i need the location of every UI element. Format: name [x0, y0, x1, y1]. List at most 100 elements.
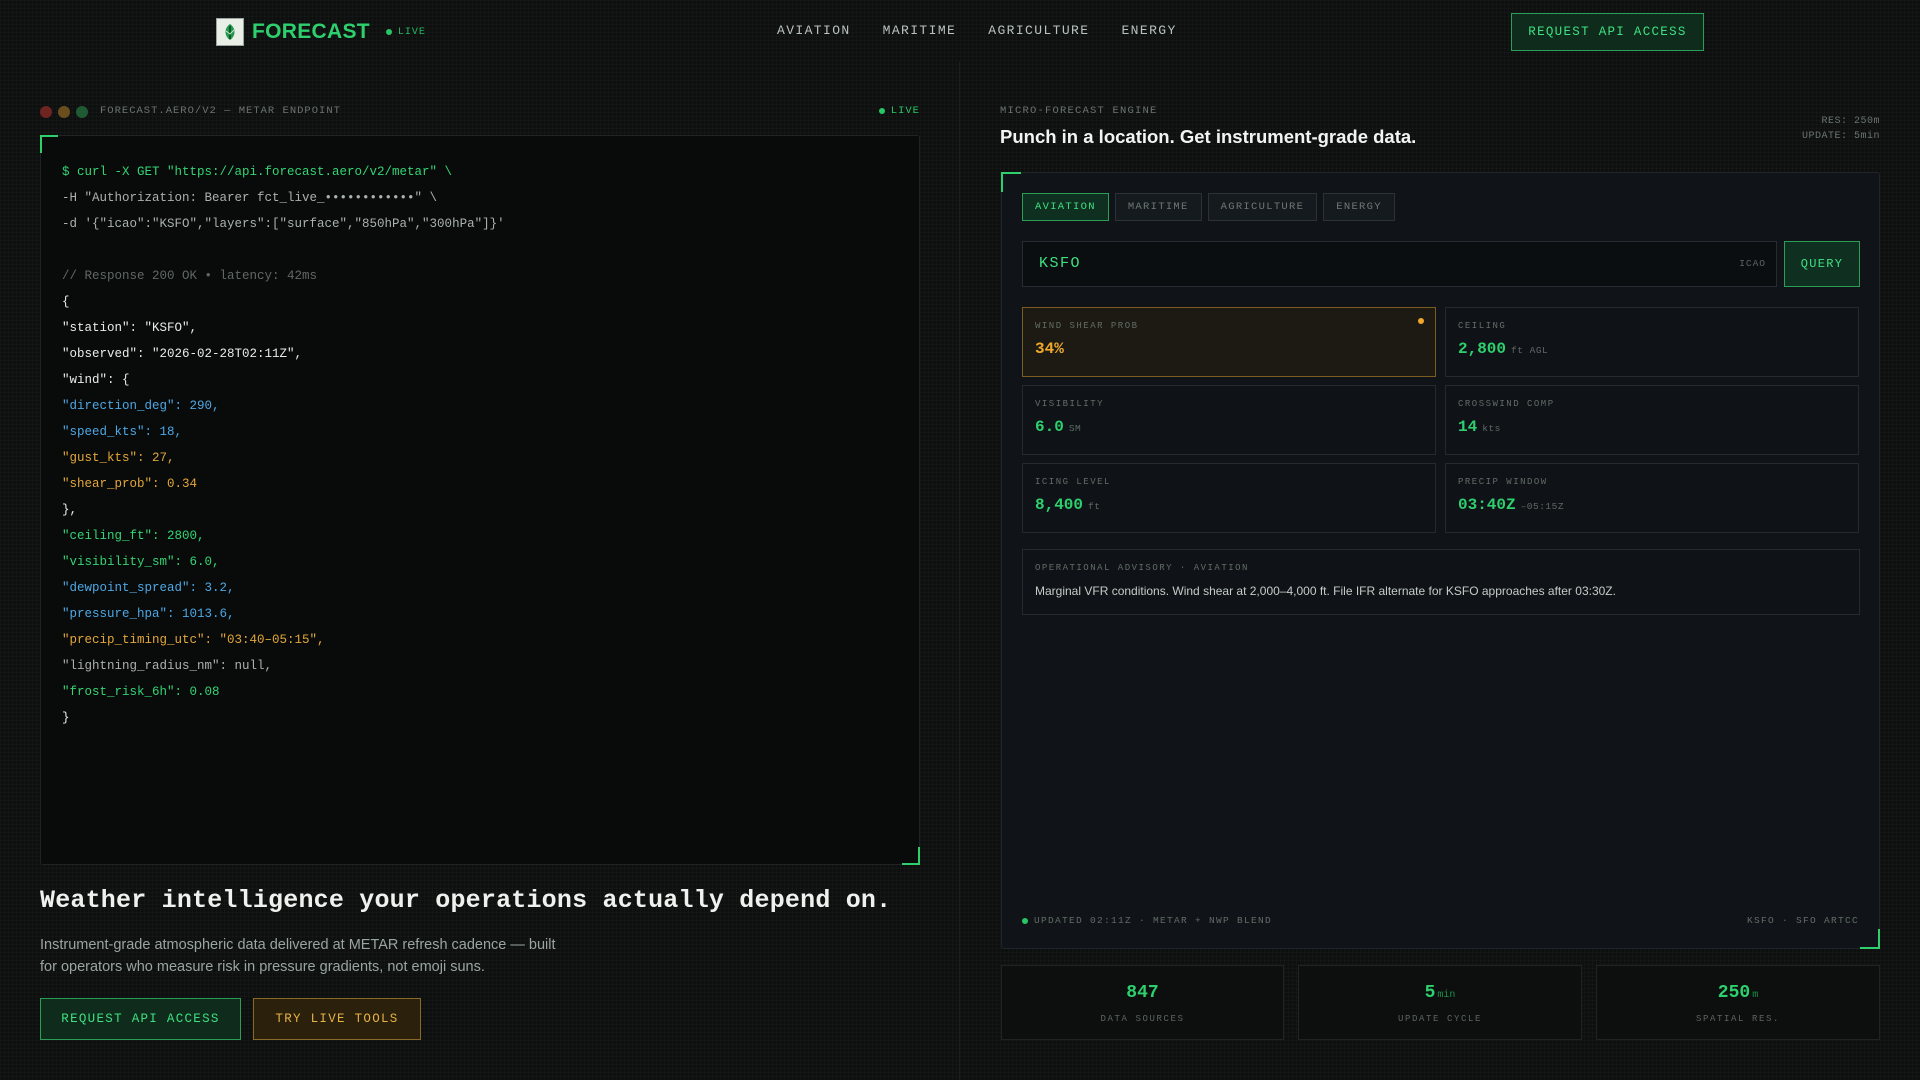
code-line: "direction_deg": 290, [62, 399, 220, 413]
metric-card-ceiling: CEILING 2,800 ft AGL [1445, 307, 1859, 377]
metric-unit: kts [1482, 423, 1501, 434]
operational-advisory: OPERATIONAL ADVISORY · AVIATION Marginal… [1022, 549, 1860, 615]
status-dot-icon [1022, 917, 1028, 924]
window-maximize-dot-icon [76, 106, 88, 118]
code-line: "precip_timing_utc": "03:40–05:15", [62, 633, 325, 647]
metric-unit: ft AGL [1511, 345, 1549, 356]
top-nav: FORECAST LIVE AVIATION MARITIME AGRICULT… [0, 0, 1920, 62]
code-line: $ curl -X GET "https://api.forecast.aero… [62, 165, 453, 179]
metric-value-text: 03:40Z [1458, 496, 1516, 514]
resolution-meta: RES: 250m [1821, 116, 1880, 127]
hero-title: Weather intelligence your operations act… [40, 886, 892, 915]
update-meta: UPDATE: 5min [1801, 131, 1880, 142]
metric-value: 03:40Z –05:15Z [1458, 496, 1564, 514]
advisory-text: Marginal VFR conditions. Wind shear at 2… [1035, 584, 1616, 598]
stat-card-data-sources: 847 DATA SOURCES [1001, 965, 1284, 1040]
request-api-access-button[interactable]: REQUEST API ACCESS [1511, 13, 1704, 51]
code-line: "frost_risk_6h": 0.08 [62, 685, 220, 699]
stat-value: 847 [1002, 983, 1283, 1003]
metric-card-wind-shear: WIND SHEAR PROB 34% [1022, 307, 1436, 377]
nav-link-agriculture[interactable]: AGRICULTURE [988, 23, 1089, 38]
brand-name: FORECAST [252, 20, 370, 43]
metric-value-text: 6.0 [1035, 418, 1064, 436]
live-label: LIVE [397, 26, 426, 38]
engine-title: Punch in a location. Get instrument-grad… [1000, 126, 1417, 147]
metric-value-text: 2,800 [1458, 340, 1507, 358]
metric-value: 34% [1035, 340, 1064, 358]
corner-bracket [902, 847, 920, 865]
code-line: "lightning_radius_nm": null, [62, 659, 273, 673]
code-line: { [62, 295, 70, 309]
code-line: "pressure_hpa": 1013.6, [62, 607, 235, 621]
window-minimize-dot-icon [58, 106, 70, 118]
corner-bracket [1001, 172, 1021, 192]
nav-links: AVIATION MARITIME AGRICULTURE ENERGY [777, 23, 1209, 38]
metric-label: ICING LEVEL [1035, 477, 1111, 487]
terminal-header: FORECAST.AERO/V2 — METAR ENDPOINT LIVE [40, 104, 920, 120]
tab-agriculture[interactable]: AGRICULTURE [1207, 193, 1318, 221]
engine-meta: RES: 250m UPDATE: 5min [1802, 114, 1880, 144]
sector-tabs: AVIATION MARITIME AGRICULTURE ENERGY [1022, 193, 1401, 221]
column-divider [959, 62, 960, 1080]
nav-link-energy[interactable]: ENERGY [1121, 23, 1176, 38]
tab-maritime[interactable]: MARITIME [1114, 193, 1202, 221]
metric-label: CROSSWIND COMP [1458, 399, 1555, 409]
hero-subtitle: Instrument-grade atmospheric data delive… [40, 937, 556, 975]
code-line: -d '{"icao":"KSFO","layers":["surface","… [62, 217, 505, 231]
code-line: // Response 200 OK • latency: 42ms [62, 269, 318, 283]
brand[interactable]: FORECAST LIVE [216, 18, 426, 46]
nav-link-maritime[interactable]: MARITIME [883, 23, 957, 38]
stat-value: 5 min [1299, 983, 1581, 1003]
location-search-input[interactable] [1039, 242, 1599, 286]
code-line: "dewpoint_spread": 3.2, [62, 581, 235, 595]
corner-bracket [40, 135, 58, 153]
code-line: "shear_prob": 0.34 [62, 477, 198, 491]
metric-label: WIND SHEAR PROB [1035, 321, 1139, 331]
stat-card-spatial-res: 250 m SPATIAL RES. [1596, 965, 1880, 1040]
code-line: "gust_kts": 27, [62, 451, 175, 465]
metric-unit: ft [1088, 501, 1101, 512]
forecast-panel: AVIATION MARITIME AGRICULTURE ENERGY ICA… [1001, 172, 1880, 949]
metric-value: 6.0 SM [1035, 418, 1081, 436]
query-button[interactable]: QUERY [1784, 241, 1860, 287]
code-terminal: $ curl -X GET "https://api.forecast.aero… [40, 135, 920, 865]
stat-label: DATA SOURCES [1100, 1014, 1185, 1024]
code-block: $ curl -X GET "https://api.forecast.aero… [62, 159, 505, 731]
metric-card-crosswind: CROSSWIND COMP 14 kts [1445, 385, 1859, 455]
location-search: ICAO [1022, 241, 1777, 287]
stat-number: 250 [1717, 983, 1751, 1003]
stat-unit: min [1437, 990, 1456, 1001]
nav-link-aviation[interactable]: AVIATION [777, 23, 851, 38]
metric-value-text: 8,400 [1035, 496, 1084, 514]
metric-card-precip-window: PRECIP WINDOW 03:40Z –05:15Z [1445, 463, 1859, 533]
logo-icon [216, 18, 244, 46]
engine-eyebrow: MICRO-FORECAST ENGINE [1000, 105, 1158, 117]
warning-dot-icon [1418, 318, 1424, 324]
tab-aviation[interactable]: AVIATION [1022, 193, 1109, 221]
live-dot-icon [385, 29, 392, 35]
code-line: }, [62, 503, 78, 517]
tab-energy[interactable]: ENERGY [1323, 193, 1395, 221]
code-line: "observed": "2026-02-28T02:11Z", [62, 347, 303, 361]
metric-unit: –05:15Z [1520, 501, 1565, 512]
code-line: "station": "KSFO", [62, 321, 198, 335]
code-line: "wind": { [62, 373, 130, 387]
try-live-tools-button[interactable]: TRY LIVE TOOLS [253, 998, 421, 1040]
hero-request-api-access-button[interactable]: REQUEST API ACCESS [40, 998, 241, 1040]
metric-card-icing-level: ICING LEVEL 8,400 ft [1022, 463, 1436, 533]
stat-number: 847 [1126, 983, 1159, 1003]
stat-unit: m [1752, 990, 1759, 1001]
metric-value: 8,400 ft [1035, 496, 1100, 514]
metric-value-text: 34% [1035, 340, 1064, 358]
window-close-dot-icon [40, 106, 52, 118]
metric-unit: SM [1068, 423, 1082, 434]
metric-label: PRECIP WINDOW [1458, 477, 1548, 487]
code-line: "speed_kts": 18, [62, 425, 183, 439]
code-line: } [62, 711, 70, 725]
corner-bracket [1860, 929, 1880, 949]
updated-text: UPDATED 02:11Z · METAR + NWP BLEND [1034, 915, 1273, 926]
terminal-live-label: LIVE [890, 105, 920, 117]
live-dot-icon [878, 108, 885, 114]
icao-tag: ICAO [1739, 258, 1766, 269]
